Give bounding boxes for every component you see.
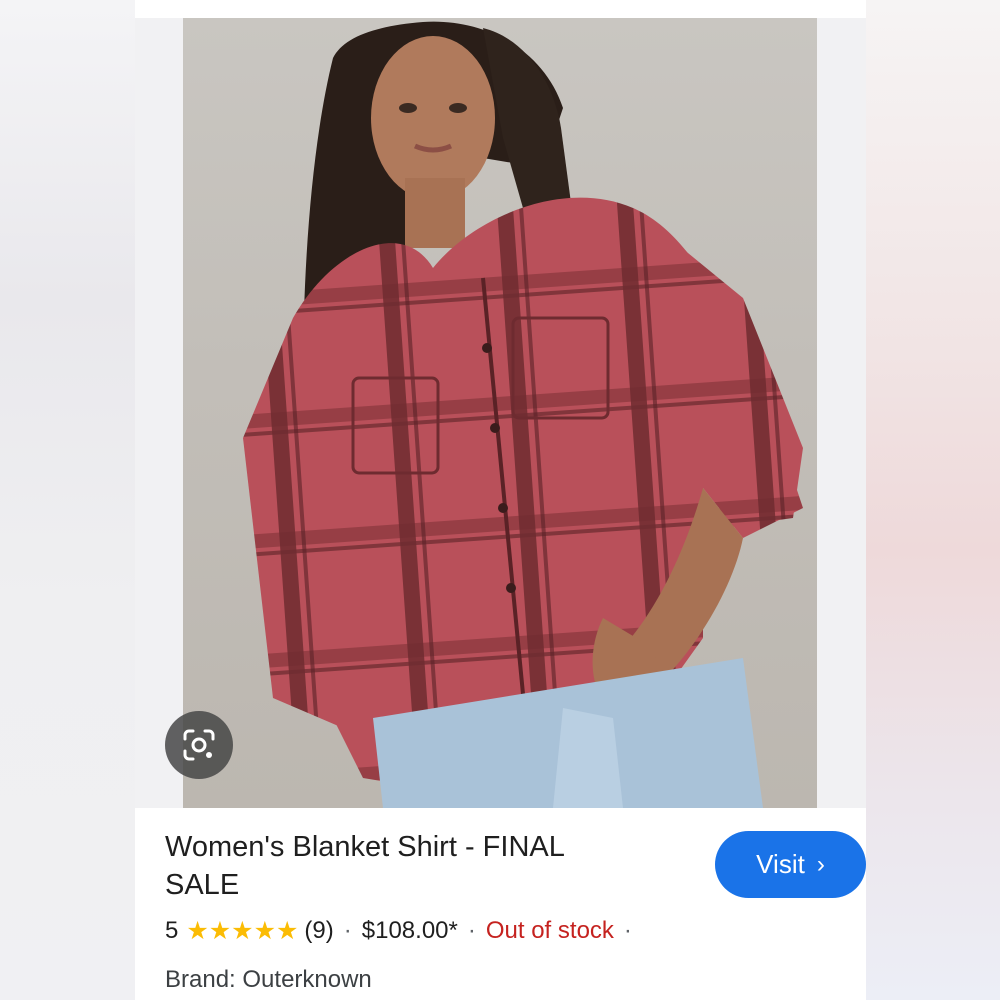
card-top-strip xyxy=(135,0,866,18)
product-meta-row: 5 ★★★★★ (9) · $108.00* · Out of stock · xyxy=(165,916,642,946)
background-left-blur xyxy=(0,0,135,1000)
google-lens-icon xyxy=(183,729,215,761)
product-photo-illustration xyxy=(243,21,803,808)
background-right-blur xyxy=(866,0,1000,1000)
product-card: Women's Blanket Shirt - FINAL SALE Visit… xyxy=(135,0,866,1000)
separator-dot: · xyxy=(623,917,632,944)
product-image-area[interactable] xyxy=(135,18,866,808)
visit-button[interactable]: Visit › xyxy=(715,831,866,898)
separator-dot: · xyxy=(467,917,476,944)
google-lens-button[interactable] xyxy=(165,711,233,779)
review-count[interactable]: (9) xyxy=(304,917,333,945)
price: $108.00* xyxy=(361,917,458,944)
separator-dot: · xyxy=(343,917,352,944)
star-rating-icon: ★★★★★ xyxy=(186,917,299,945)
rating-value: 5 xyxy=(165,917,179,944)
availability-status: Out of stock xyxy=(485,917,614,944)
product-photo xyxy=(183,18,817,808)
chevron-right-icon: › xyxy=(816,850,825,878)
brand-line: Brand: Outerknown xyxy=(165,966,372,993)
visit-button-label: Visit xyxy=(756,849,805,879)
product-title[interactable]: Women's Blanket Shirt - FINAL SALE xyxy=(165,828,645,904)
